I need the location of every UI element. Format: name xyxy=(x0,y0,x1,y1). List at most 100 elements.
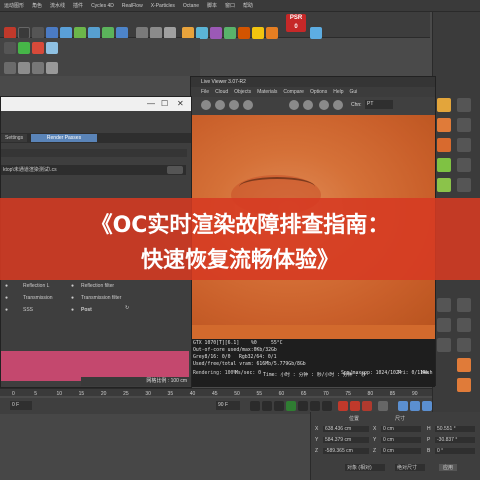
tab-settings[interactable]: Settings xyxy=(1,134,28,142)
lock-icon[interactable] xyxy=(243,100,253,110)
light-icon[interactable] xyxy=(457,98,471,112)
size-mode-select[interactable]: 绝对尺寸 xyxy=(395,464,425,471)
focus-icon[interactable] xyxy=(319,100,329,110)
lv-menu-item[interactable]: Materials xyxy=(257,89,277,95)
lv-menu-item[interactable]: Cloud xyxy=(215,89,228,95)
menu-item[interactable]: Octane xyxy=(183,3,199,9)
lv-menu-item[interactable]: File xyxy=(201,89,209,95)
lv-menu-item[interactable]: Compare xyxy=(283,89,304,95)
menu-item[interactable]: 角色 xyxy=(32,2,42,9)
pause-icon[interactable] xyxy=(215,100,225,110)
tab-render-passes[interactable]: Render Passes xyxy=(31,134,97,142)
size-z-field[interactable]: 0 cm xyxy=(381,448,421,454)
orange-tool-icon[interactable] xyxy=(457,358,471,372)
axis-mode-icon[interactable] xyxy=(32,62,44,74)
camera-icon[interactable] xyxy=(266,27,278,39)
size-x-field[interactable]: 0 cm xyxy=(381,426,421,432)
go-start-icon[interactable] xyxy=(250,401,260,411)
keyframe-icon[interactable] xyxy=(362,401,372,411)
prev-key-icon[interactable] xyxy=(262,401,272,411)
autokey-icon[interactable] xyxy=(350,401,360,411)
frame-end-field[interactable]: 90 F xyxy=(216,401,240,410)
help-icon[interactable] xyxy=(378,401,388,411)
output-path-field[interactable]: ktop\未通道渲染测试\.cs xyxy=(1,165,186,175)
menu-item[interactable]: 窗口 xyxy=(225,2,235,9)
tool-icon[interactable] xyxy=(457,318,471,332)
size-y-field[interactable]: 0 cm xyxy=(381,437,421,443)
pass-checkbox-icon[interactable]: ● xyxy=(71,295,74,301)
play-icon[interactable] xyxy=(286,401,296,411)
position-x-field[interactable]: 638.436 cm xyxy=(323,426,369,432)
close-icon[interactable]: ✕ xyxy=(177,99,184,108)
coord-mode-select[interactable]: 对象 (相对) xyxy=(345,464,385,471)
fire-icon[interactable] xyxy=(437,138,451,152)
orange-tool-icon[interactable] xyxy=(457,378,471,392)
menu-item[interactable]: 帮助 xyxy=(243,2,253,9)
menu-item[interactable]: X-Particles xyxy=(151,3,175,9)
channel-select[interactable]: PT xyxy=(365,100,393,109)
orange-tool-icon[interactable] xyxy=(437,118,451,132)
lv-menu-item[interactable]: Help xyxy=(333,89,343,95)
psr-badge[interactable]: PSR 0 xyxy=(286,14,306,32)
tool-icon[interactable] xyxy=(457,338,471,352)
lv-menu-item[interactable]: Gui xyxy=(350,89,358,95)
prev-frame-icon[interactable] xyxy=(274,401,284,411)
edge-mode-icon[interactable] xyxy=(46,42,58,54)
rotation-h-field[interactable]: 50.551 ° xyxy=(435,426,475,432)
lv-menu-item[interactable]: Objects xyxy=(234,89,251,95)
pick-icon[interactable] xyxy=(303,100,313,110)
cloner-icon[interactable] xyxy=(224,27,236,39)
pass-checkbox-icon[interactable]: ● xyxy=(71,283,74,289)
tool-icon[interactable] xyxy=(437,318,451,332)
menu-item[interactable]: Cycles 4D xyxy=(91,3,114,9)
tool-icon[interactable] xyxy=(437,298,451,312)
pass-checkbox-icon[interactable]: ● xyxy=(5,307,8,313)
pass-checkbox-icon[interactable]: ● xyxy=(5,295,8,301)
menu-item[interactable]: 运动图形 xyxy=(4,2,24,9)
tool-icon[interactable] xyxy=(457,158,471,172)
camera-object-icon[interactable] xyxy=(437,98,451,112)
pass-checkbox-icon[interactable]: ● xyxy=(71,307,74,313)
menu-item[interactable]: 插件 xyxy=(73,2,83,9)
record-icon[interactable] xyxy=(338,401,348,411)
scene-icon[interactable] xyxy=(252,27,264,39)
tool-icon[interactable] xyxy=(457,178,471,192)
deformer-icon[interactable] xyxy=(238,27,250,39)
material-pick-icon[interactable] xyxy=(333,100,343,110)
tool-icon[interactable] xyxy=(457,118,471,132)
rotation-b-field[interactable]: 0 ° xyxy=(435,448,475,454)
object-mode-icon[interactable] xyxy=(18,42,30,54)
menu-item[interactable]: 流水线 xyxy=(50,2,65,9)
tool-icon[interactable] xyxy=(457,138,471,152)
timeline-ruler[interactable]: 0 5 10 15 20 25 30 35 40 45 50 55 60 65 70 75 80 85 90 xyxy=(0,388,432,397)
minimize-icon[interactable]: — xyxy=(147,99,155,108)
frame-start-field[interactable]: 0 F xyxy=(10,401,32,410)
tool-icon[interactable] xyxy=(437,338,451,352)
apply-button[interactable]: 应用 xyxy=(439,464,458,471)
position-y-field[interactable]: 584.379 cm xyxy=(323,437,369,443)
subdivision-icon[interactable] xyxy=(210,27,222,39)
move-key-icon[interactable] xyxy=(398,401,408,411)
model-mode-icon[interactable] xyxy=(4,42,16,54)
point-mode-icon[interactable] xyxy=(32,42,44,54)
region-icon[interactable] xyxy=(289,100,299,110)
menu-item[interactable]: 脚本 xyxy=(207,2,217,9)
rotate-key-icon[interactable] xyxy=(422,401,432,411)
snap-icon[interactable] xyxy=(46,62,58,74)
go-end-icon[interactable] xyxy=(322,401,332,411)
lv-menu-item[interactable]: Options xyxy=(310,89,327,95)
scale-key-icon[interactable] xyxy=(410,401,420,411)
maximize-icon[interactable]: ☐ xyxy=(161,99,168,108)
pass-checkbox-icon[interactable]: ● xyxy=(5,283,8,289)
green-tool-icon[interactable] xyxy=(437,158,451,172)
next-frame-icon[interactable] xyxy=(298,401,308,411)
polygon-mode-icon[interactable] xyxy=(4,62,16,74)
browse-button[interactable] xyxy=(167,166,183,174)
refresh-icon[interactable]: ↻ xyxy=(125,305,129,311)
tool-icon[interactable] xyxy=(457,298,471,312)
refresh-icon[interactable] xyxy=(201,100,211,110)
next-key-icon[interactable] xyxy=(310,401,320,411)
stop-icon[interactable] xyxy=(229,100,239,110)
position-z-field[interactable]: -589.365 cm xyxy=(323,448,369,454)
menu-item[interactable]: RealFlow xyxy=(122,3,143,9)
